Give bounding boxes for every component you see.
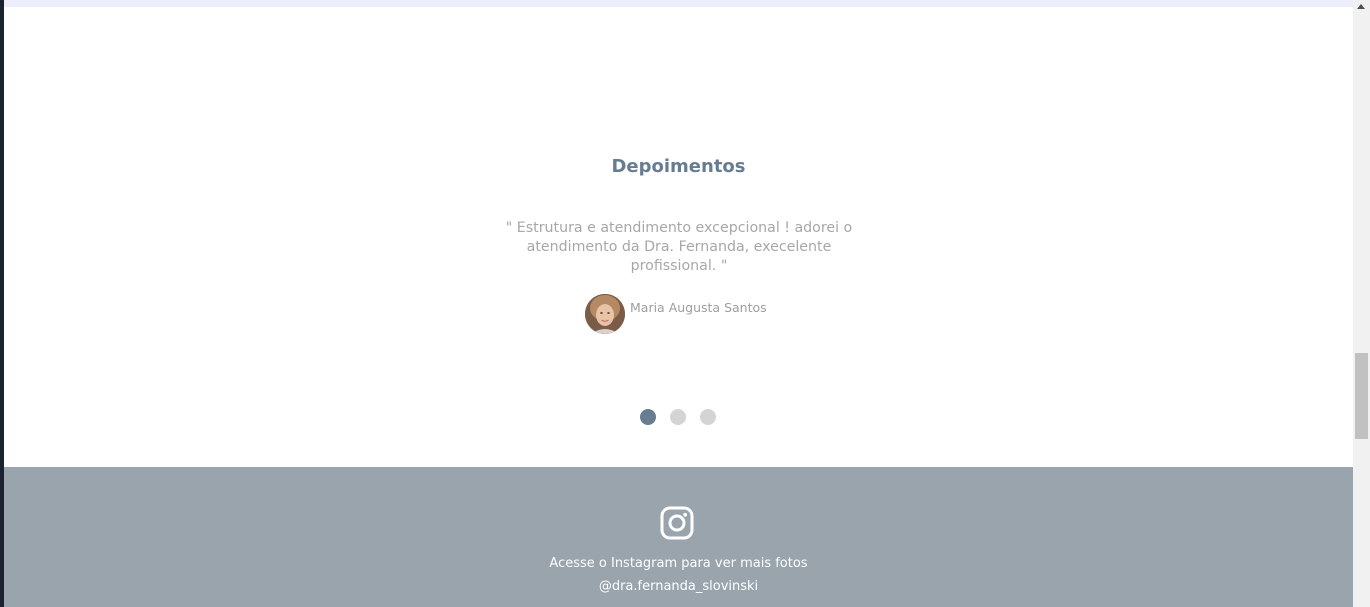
- carousel-pagination: [640, 409, 716, 425]
- page: Depoimentos " Estrutura e atendimento ex…: [0, 0, 1370, 607]
- scroll-up-arrow-icon[interactable]: [1357, 4, 1365, 9]
- instagram-footer: Acesse o Instagram para ver mais fotos @…: [4, 467, 1353, 607]
- previous-section-band: [4, 0, 1353, 7]
- author-name: Maria Augusta Santos: [630, 300, 767, 315]
- carousel-dot-3[interactable]: [700, 409, 716, 425]
- testimonial-author: Maria Augusta Santos: [585, 294, 767, 334]
- testimonial-quote: " Estrutura e atendimento excepcional ! …: [505, 220, 853, 274]
- carousel-dot-1[interactable]: [640, 409, 656, 425]
- scrollbar-thumb[interactable]: [1355, 353, 1368, 439]
- section-title: Depoimentos: [611, 156, 746, 177]
- instagram-handle-link[interactable]: @dra.fernanda_slovinski: [4, 579, 1353, 594]
- instagram-cta-text: Acesse o Instagram para ver mais fotos: [549, 556, 808, 571]
- carousel-dot-2[interactable]: [670, 409, 686, 425]
- instagram-icon[interactable]: [660, 506, 694, 540]
- testimonials-section: Depoimentos " Estrutura e atendimento ex…: [4, 7, 1353, 467]
- avatar: [585, 294, 625, 334]
- vertical-scrollbar[interactable]: [1353, 0, 1370, 607]
